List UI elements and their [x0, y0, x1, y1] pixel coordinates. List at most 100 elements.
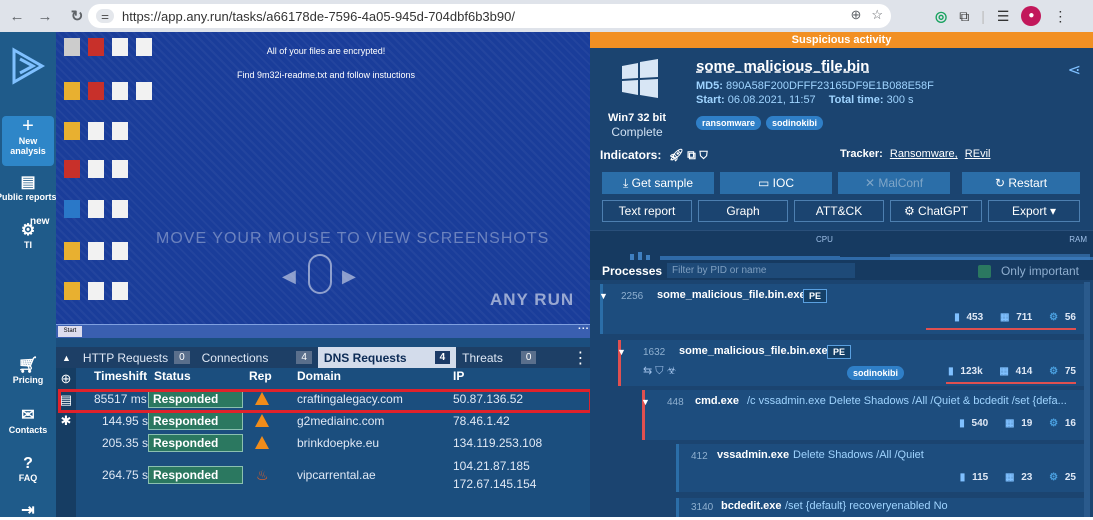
tracker-link-revil[interactable]: REvil: [965, 148, 991, 160]
reading-list-icon[interactable]: ☰: [997, 8, 1010, 25]
sidebar-item-faq[interactable]: ? FAQ: [0, 455, 56, 483]
back-icon[interactable]: ←: [6, 8, 28, 25]
tag-sodinokibi[interactable]: sodinokibi: [847, 366, 904, 380]
start-button: Start: [58, 326, 82, 337]
desktop-file-icon: [112, 82, 128, 100]
process-card[interactable]: ▼ 1632 some_malicious_file.bin.exe PE ⇆ …: [617, 340, 1084, 386]
address-bar[interactable]: ⚌ https://app.any.run/tasks/a66178de-759…: [88, 4, 891, 28]
table-row[interactable]: 264.75 s Responded ♨ vipcarrental.ae 104…: [76, 457, 590, 495]
caret-down-icon[interactable]: ▼: [641, 397, 650, 407]
system-tray: ▪ ▪ ▪: [578, 326, 588, 332]
indicators-label: Indicators:: [600, 148, 662, 162]
ioc-button[interactable]: ▭ IOC: [720, 172, 832, 194]
new-analysis-label: New analysis: [10, 136, 46, 156]
tag-sodinokibi[interactable]: sodinokibi: [766, 116, 823, 130]
total-time-label: Total time:: [828, 94, 884, 106]
column-header-rep[interactable]: Rep: [249, 369, 272, 385]
url-text[interactable]: https://app.any.run/tasks/a66178de-7596-…: [122, 9, 515, 24]
status-badge: Responded: [148, 466, 243, 484]
tab-http-requests[interactable]: HTTP Requests 0: [77, 347, 196, 368]
zoom-icon[interactable]: ⊕: [850, 7, 861, 23]
table-row[interactable]: 144.95 s Responded g2mediainc.com 78.46.…: [76, 411, 590, 433]
get-sample-button[interactable]: ⤓ Get sample: [602, 172, 714, 194]
desktop-file-icon: [112, 200, 128, 218]
chatgpt-button[interactable]: ⚙ ChatGPT: [890, 200, 982, 222]
sidebar-item-ti[interactable]: ⚙ new TI: [0, 216, 56, 250]
highlight-box: [58, 389, 592, 413]
logout-icon[interactable]: ⇥: [0, 502, 56, 520]
bug-icon[interactable]: ✱: [56, 413, 76, 431]
browser-menu-icon[interactable]: ⋮: [1053, 8, 1067, 25]
gear-icon: ⚙: [1049, 366, 1059, 377]
process-scrollbar[interactable]: [1084, 282, 1090, 517]
sidebar-item-contacts[interactable]: ✉ Contacts: [0, 407, 56, 435]
network-panel: ▲ HTTP Requests 0 Connections 4 DNS Reques…: [56, 338, 590, 517]
extension-icon[interactable]: ◎: [935, 8, 947, 25]
export-button[interactable]: Export ▾: [988, 200, 1080, 222]
column-header-status[interactable]: Status: [154, 369, 191, 385]
activity-bar: [926, 328, 1076, 330]
desktop-file-icon: [88, 282, 104, 300]
shield-icon[interactable]: ⛉: [699, 148, 708, 162]
column-header-timeshift[interactable]: Timeshift: [94, 369, 147, 385]
next-arrow-icon[interactable]: ▶: [342, 266, 356, 287]
attack-button[interactable]: ATT&CK: [794, 200, 884, 222]
process-pid: 448: [667, 397, 684, 408]
collapse-icon[interactable]: ▲: [62, 353, 71, 363]
text-report-button[interactable]: Text report: [602, 200, 692, 222]
anyrun-logo-icon[interactable]: [8, 46, 48, 86]
extensions-puzzle-icon[interactable]: ⧉: [959, 8, 969, 25]
timeshift-cell: 144.95 s: [102, 414, 149, 428]
ransom-message-line2: Find 9m32i-readme.txt and follow instuct…: [236, 70, 416, 80]
new-analysis-button[interactable]: + New analysis: [2, 116, 54, 166]
only-important-toggle[interactable]: Only important: [977, 264, 1079, 279]
desktop-file-icon: [88, 82, 104, 100]
sidebar-item-pricing[interactable]: 🛒︎ Pricing: [0, 357, 56, 385]
process-card[interactable]: ▼ 448 cmd.exe /c vssadmin.exe Delete Sha…: [641, 390, 1084, 440]
new-badge: new: [30, 216, 50, 227]
task-status: Complete: [611, 125, 663, 139]
desktop-file-icon: [136, 82, 152, 100]
share-icon[interactable]: ⋖: [1068, 60, 1081, 80]
tab-dns-requests[interactable]: DNS Requests 4: [317, 347, 457, 368]
column-header-domain[interactable]: Domain: [297, 369, 341, 385]
caret-down-icon[interactable]: ▼: [599, 291, 608, 301]
rocket-icon[interactable]: 🚀︎: [669, 148, 684, 162]
column-header-ip[interactable]: IP: [453, 369, 464, 385]
tab-connections[interactable]: Connections 4: [196, 347, 318, 368]
process-pid: 2256: [621, 291, 644, 302]
file-name[interactable]: some_malicious_file.bin: [696, 58, 869, 75]
desktop-file-icon: [112, 122, 128, 140]
reload-icon[interactable]: ↻: [66, 7, 88, 25]
md5-value[interactable]: 890A58F200DFFF23165DF9E1B088E58F: [726, 80, 934, 92]
copy-icon[interactable]: ⧉: [687, 148, 696, 162]
process-card[interactable]: 3140 bcdedit.exe /set {default} recovery…: [676, 498, 1084, 517]
graph-button[interactable]: Graph: [698, 200, 788, 222]
tag-ransomware[interactable]: ransomware: [696, 116, 762, 130]
vm-screenshot[interactable]: All of your files are encrypted! Find 9m…: [56, 32, 590, 338]
bookmark-star-icon[interactable]: ☆: [871, 7, 883, 23]
tracker: Tracker: Ransomware, REvil: [840, 148, 990, 160]
more-options-icon[interactable]: ⋮: [572, 348, 588, 368]
process-card[interactable]: 412 vssadmin.exe Delete Shadows /All /Qu…: [676, 444, 1084, 492]
site-settings-icon[interactable]: ⚌: [96, 9, 114, 23]
tab-threats[interactable]: Threats 0: [456, 347, 542, 368]
table-row[interactable]: 205.35 s Responded brinkdoepke.eu 134.11…: [76, 433, 590, 455]
forward-icon[interactable]: →: [34, 8, 56, 25]
malconf-button[interactable]: ✕ MalConf: [838, 172, 950, 194]
sidebar-item-label: Contacts: [8, 425, 48, 435]
globe-icon[interactable]: ⊕: [56, 371, 76, 389]
profile-avatar[interactable]: ●: [1021, 6, 1042, 26]
restart-button[interactable]: ↻ Restart: [962, 172, 1080, 194]
caret-down-icon[interactable]: ▼: [617, 347, 626, 357]
desktop-file-icon: [64, 82, 80, 100]
process-card[interactable]: ▼ 2256 some_malicious_file.bin.exe PE ▮ …: [599, 284, 1084, 334]
recycle-bin-icon: [64, 38, 80, 56]
prev-arrow-icon[interactable]: ◀: [282, 266, 296, 287]
sidebar-item-public-reports[interactable]: ▤ Public reports: [0, 174, 57, 202]
process-filter-input[interactable]: Filter by PID or name: [667, 263, 855, 278]
ioc-icon: ▭: [757, 176, 770, 190]
tracker-link-ransomware[interactable]: Ransomware,: [890, 148, 958, 160]
file-icon: ▮: [948, 366, 954, 377]
gear-icon: ⚙: [1049, 312, 1059, 323]
